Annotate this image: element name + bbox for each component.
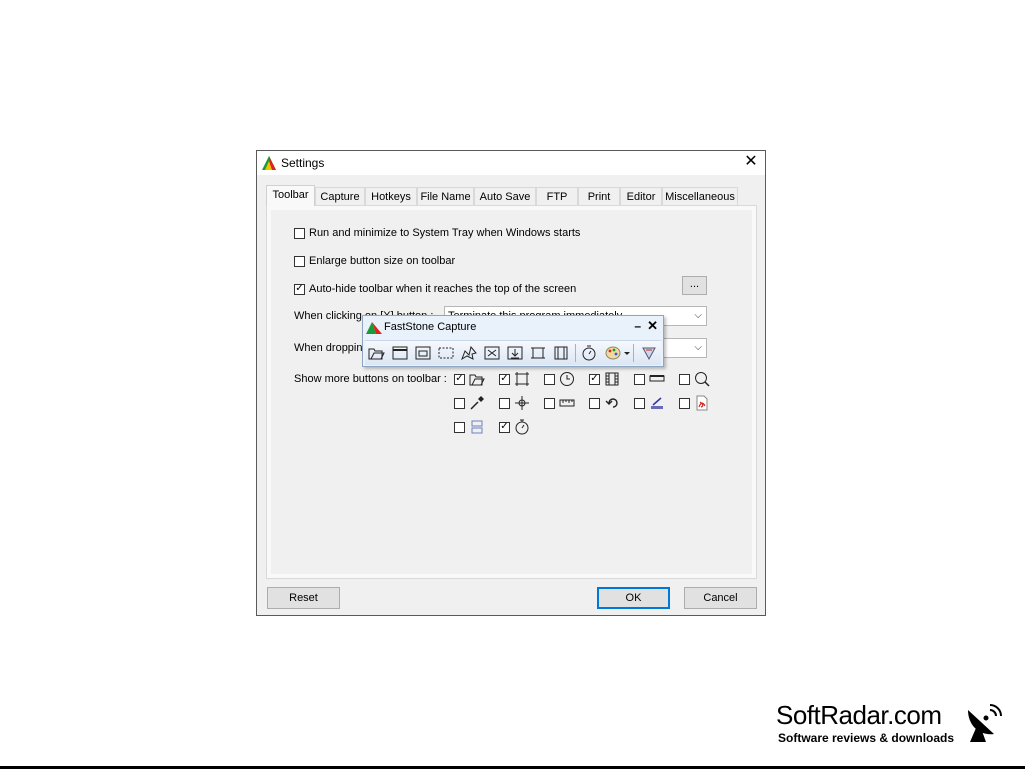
palette-icon[interactable]: [604, 345, 630, 361]
opt-undo-arrow-checkbox[interactable]: [589, 397, 600, 409]
opt-ruler-checkbox[interactable]: [544, 397, 555, 409]
tab-file-name[interactable]: File Name: [417, 187, 474, 205]
titlebar: Settings ✕: [257, 151, 765, 175]
opt-magnifier[interactable]: [679, 371, 719, 387]
cancel-button[interactable]: Cancel: [684, 587, 757, 609]
color-picker-icon: [470, 396, 484, 410]
run-minimize-label: Run and minimize to System Tray when Win…: [309, 227, 581, 239]
chevron-down-icon: ⌵: [694, 310, 702, 321]
dropping-label: When dropping: [294, 342, 369, 354]
tab-miscellaneous[interactable]: Miscellaneous: [662, 187, 738, 205]
opt-clock[interactable]: [544, 371, 584, 387]
film-icon: [605, 372, 619, 386]
enlarge-buttons-checkbox[interactable]: [294, 255, 305, 267]
minimize-icon[interactable]: –: [634, 319, 641, 333]
faststone-capture-toolbar[interactable]: FastStone Capture – ✕: [362, 315, 664, 367]
tab-print[interactable]: Print: [578, 187, 620, 205]
open-folder-icon[interactable]: [368, 345, 386, 361]
brand-name: SoftRadar.com: [776, 700, 942, 730]
opt-minus-bar[interactable]: [634, 371, 674, 387]
ruler-icon: [559, 399, 575, 407]
opt-magnifier-checkbox[interactable]: [679, 373, 690, 385]
film-icon[interactable]: [552, 345, 570, 361]
toolbar-title: FastStone Capture: [384, 321, 477, 333]
scanner-icon: [651, 397, 663, 409]
window-icon[interactable]: [391, 345, 409, 361]
scrolling-icon[interactable]: [506, 345, 524, 361]
run-minimize-checkbox[interactable]: [294, 227, 305, 239]
opt-fixed-region-checkbox[interactable]: ✓: [499, 373, 510, 385]
close-icon[interactable]: ✕: [647, 318, 658, 334]
enlarge-buttons-option[interactable]: Enlarge button size on toolbar: [294, 253, 455, 269]
opt-film[interactable]: ✓: [589, 371, 629, 387]
toolbar-titlebar[interactable]: FastStone Capture – ✕: [363, 316, 663, 338]
toolbar-separator: [633, 344, 634, 362]
app-icon: [366, 322, 382, 334]
opt-pdf[interactable]: [679, 395, 719, 411]
opt-panels[interactable]: [454, 419, 494, 435]
opt-color-picker[interactable]: [454, 395, 494, 411]
timer-icon[interactable]: [580, 345, 598, 361]
enlarge-buttons-label: Enlarge button size on toolbar: [309, 255, 456, 267]
tab-toolbar[interactable]: Toolbar: [266, 185, 315, 206]
chevron-down-icon: ⌵: [694, 342, 702, 353]
opt-film-checkbox[interactable]: ✓: [589, 373, 600, 385]
tab-capture[interactable]: Capture: [315, 187, 365, 205]
timer-icon: [515, 419, 529, 435]
auto-hide-settings-button[interactable]: ...: [682, 276, 707, 295]
opt-open-folder[interactable]: ✓: [454, 371, 494, 387]
pdf-icon: [696, 395, 708, 411]
tab-editor[interactable]: Editor: [620, 187, 662, 205]
auto-hide-checkbox[interactable]: ✓: [294, 283, 305, 295]
opt-scanner[interactable]: [634, 395, 674, 411]
opt-undo-arrow[interactable]: [589, 395, 629, 411]
opt-scanner-checkbox[interactable]: [634, 397, 645, 409]
reset-button[interactable]: Reset: [267, 587, 340, 609]
opt-fixed-region[interactable]: ✓: [499, 371, 539, 387]
opt-ruler[interactable]: [544, 395, 584, 411]
opt-panels-checkbox[interactable]: [454, 421, 465, 433]
toolbar-separator: [575, 344, 576, 362]
auto-hide-label: Auto-hide toolbar when it reaches the to…: [309, 283, 577, 295]
rectangle-icon[interactable]: [437, 345, 455, 361]
opt-crosshair-checkbox[interactable]: [499, 397, 510, 409]
clock-icon: [560, 372, 574, 386]
close-icon[interactable]: ✕: [743, 154, 759, 170]
opt-timer-checkbox[interactable]: ✓: [499, 421, 510, 433]
run-minimize-option[interactable]: Run and minimize to System Tray when Win…: [294, 225, 580, 241]
magnifier-icon: [695, 372, 710, 387]
freehand-icon[interactable]: [460, 345, 478, 361]
fullscreen-icon[interactable]: [483, 345, 501, 361]
opt-color-picker-checkbox[interactable]: [454, 397, 465, 409]
opt-minus-bar-checkbox[interactable]: [634, 373, 645, 385]
crosshair-icon: [515, 396, 529, 410]
fixed-region-icon: [515, 372, 529, 386]
object-icon[interactable]: [414, 345, 432, 361]
brand-tagline: Software reviews & downloads: [778, 731, 955, 745]
tab-hotkeys[interactable]: Hotkeys: [365, 187, 417, 205]
panel-content: Run and minimize to System Tray when Win…: [271, 210, 752, 574]
toolbar-settings-panel: Run and minimize to System Tray when Win…: [266, 205, 757, 579]
window-title: Settings: [281, 156, 325, 170]
fixed-region-icon[interactable]: [529, 345, 547, 361]
opt-pdf-checkbox[interactable]: [679, 397, 690, 409]
settings-dialog: Settings ✕ Toolbar Capture Hotkeys File …: [256, 150, 766, 616]
more-buttons-label: Show more buttons on toolbar :: [294, 373, 447, 385]
satellite-dish-icon: [968, 704, 1002, 742]
app-icon: [262, 156, 276, 170]
auto-hide-option[interactable]: ✓ Auto-hide toolbar when it reaches the …: [294, 281, 576, 297]
opt-open-folder-checkbox[interactable]: ✓: [454, 373, 465, 385]
opt-clock-checkbox[interactable]: [544, 373, 555, 385]
toolbar-buttons: [365, 340, 661, 365]
opt-crosshair[interactable]: [499, 395, 539, 411]
opt-timer[interactable]: ✓: [499, 419, 539, 435]
ok-button[interactable]: OK: [597, 587, 670, 609]
tab-auto-save[interactable]: Auto Save: [474, 187, 536, 205]
panels-icon: [471, 420, 483, 434]
settings-icon[interactable]: [640, 345, 658, 361]
minus-bar-icon: [649, 375, 665, 382]
undo-arrow-icon: [605, 398, 618, 408]
open-folder-icon: [469, 374, 485, 386]
tab-ftp[interactable]: FTP: [536, 187, 578, 205]
